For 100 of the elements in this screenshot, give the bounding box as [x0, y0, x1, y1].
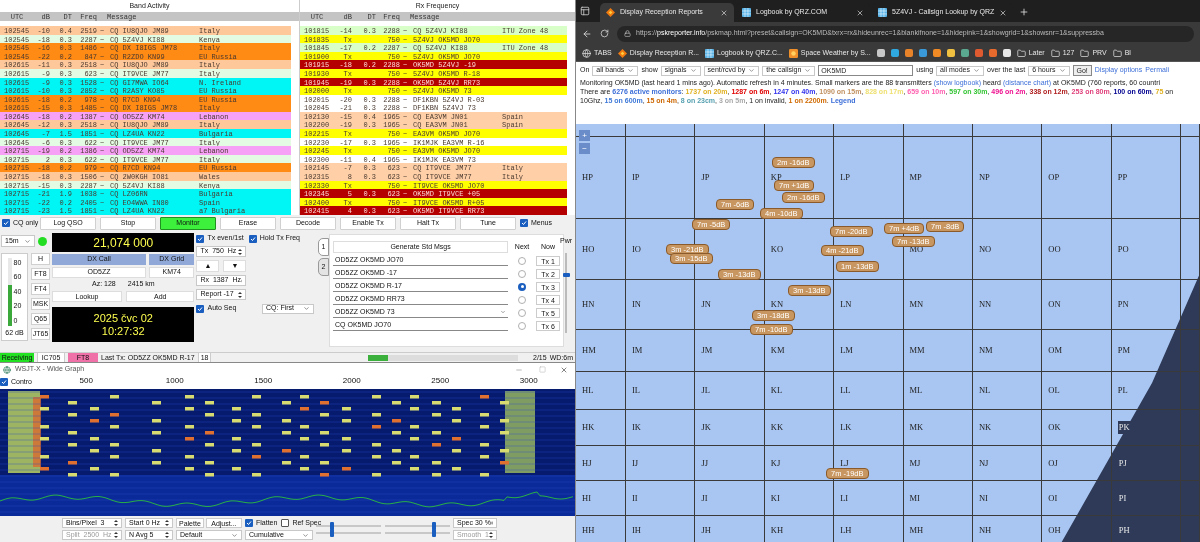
grid-square-label: LL — [840, 384, 851, 397]
next-radio-button[interactable] — [518, 282, 527, 291]
next-radio-button[interactable] — [518, 269, 527, 278]
grid-square-label: NM — [978, 344, 993, 357]
close-tab-icon[interactable] — [856, 8, 864, 17]
new-tab-icon[interactable] — [1019, 7, 1030, 17]
grid-square-label: NN — [978, 298, 992, 311]
bookmark-icon[interactable] — [946, 49, 955, 57]
checkmark-icon — [249, 235, 256, 242]
grid-square-label: IL — [632, 384, 641, 397]
grid-square-label: NO — [978, 242, 992, 256]
spinner-arrows-icon[interactable] — [238, 290, 243, 299]
checkmark-icon — [1, 378, 7, 385]
chevron-down-icon[interactable] — [231, 531, 238, 539]
grid-square-label: IM — [632, 344, 643, 357]
grid-square-label: PK — [1117, 421, 1131, 434]
grid-square-label: OO — [1048, 242, 1061, 256]
grid-square-label: LM — [840, 344, 853, 357]
grid-square-label: JP — [701, 171, 710, 184]
grid-logo-icon — [878, 8, 887, 17]
back-icon[interactable] — [582, 28, 592, 39]
next-radio-button[interactable] — [518, 295, 527, 304]
next-radio-button[interactable] — [518, 308, 527, 317]
bookmark-icon[interactable] — [890, 49, 899, 57]
grid-square-label: LI — [840, 491, 849, 505]
tab-actions-icon[interactable] — [580, 6, 590, 16]
grid-square-label: LJ — [840, 456, 849, 470]
grid-square-label: JN — [701, 298, 711, 311]
grid-square-label: OL — [1048, 384, 1060, 397]
grid-square-label: KH — [770, 523, 784, 537]
bookmark-icon[interactable] — [876, 49, 885, 57]
grid-square-label: HM — [582, 344, 596, 357]
frequency-scale-label: 1000 — [164, 375, 185, 387]
grid-square-label: NH — [978, 523, 992, 537]
globe-icon — [582, 48, 591, 58]
chevron-down-icon[interactable] — [302, 531, 309, 539]
frequency-scale-label: 1500 — [253, 375, 274, 387]
slider-thumb[interactable] — [432, 528, 437, 537]
grid-square-label: PP — [1117, 171, 1128, 184]
grid-square-label: NL — [978, 384, 991, 397]
grid-square-label: HI — [582, 491, 591, 505]
diamond-logo-icon — [617, 48, 627, 58]
power-slider-thumb[interactable] — [562, 272, 570, 277]
grid-square-label: KM — [770, 344, 785, 357]
bookmark-icon[interactable] — [960, 49, 969, 57]
grid-square-label: OM — [1048, 344, 1063, 357]
spinner-arrows-icon[interactable] — [165, 519, 169, 527]
frequency-scale-label: 2000 — [341, 375, 362, 387]
grid-square-label: MJ — [909, 456, 921, 470]
folder-icon — [1112, 48, 1122, 58]
slider-thumb[interactable] — [432, 521, 437, 530]
grid-logo-icon — [705, 48, 715, 58]
grid-square-label: PN — [1117, 298, 1129, 311]
grid-square-label: MK — [909, 421, 924, 434]
close-icon[interactable] — [560, 365, 568, 374]
grid-square-label: LP — [840, 171, 851, 184]
spinner-arrows-icon[interactable] — [114, 519, 118, 527]
grid-square-label: IN — [632, 298, 641, 311]
grid-square-label: NK — [978, 421, 992, 434]
close-tab-icon[interactable] — [720, 8, 728, 17]
grid-square-label: ON — [1048, 298, 1061, 311]
grid-square-label: PM — [1117, 344, 1131, 357]
spinner-arrows-icon[interactable] — [238, 247, 243, 256]
grid-square-label: MM — [909, 344, 925, 357]
grid-square-label: LN — [840, 298, 852, 311]
chevron-down-icon[interactable] — [303, 305, 311, 312]
reload-icon[interactable] — [600, 29, 609, 38]
next-radio-button[interactable] — [518, 321, 527, 330]
grid-square-label: HL — [582, 384, 594, 397]
chevron-down-icon[interactable] — [24, 237, 31, 245]
grid-square-label: NJ — [978, 456, 989, 470]
grid-square-label: HN — [582, 298, 595, 311]
spinner-arrows-icon[interactable] — [165, 531, 169, 539]
grid-square-label: OK — [1048, 421, 1061, 434]
bookmark-icon[interactable] — [904, 49, 913, 57]
grid-logo-icon — [742, 8, 751, 17]
grid-square-label: MH — [909, 523, 924, 537]
close-tab-icon[interactable] — [999, 8, 1008, 17]
grid-square-label: JH — [701, 523, 711, 537]
grid-square-label: MN — [909, 298, 924, 311]
grid-square-label: LH — [840, 523, 852, 537]
next-radio-button[interactable] — [518, 256, 527, 265]
frequency-scale-label: 3000 — [518, 375, 539, 387]
checkmark-icon — [521, 220, 527, 226]
grid-square-label: OP — [1048, 171, 1060, 184]
folder-icon — [1050, 48, 1060, 58]
bookmark-icon[interactable] — [1002, 49, 1011, 57]
grid-square-label: MP — [909, 171, 922, 184]
checkmark-icon — [197, 305, 204, 312]
grid-square-label: II — [632, 491, 638, 505]
folder-icon — [1016, 48, 1026, 58]
grid-square-label: KO — [770, 242, 784, 256]
grid-square-label: OJ — [1048, 456, 1058, 470]
grid-square-label: HH — [582, 523, 595, 537]
bookmark-icon[interactable] — [932, 49, 941, 57]
slider-thumb[interactable] — [330, 528, 335, 537]
grid-square-label: LK — [840, 421, 852, 434]
grid-square-label: PL — [1117, 384, 1128, 397]
chevron-down-icon[interactable] — [973, 67, 980, 74]
slider-thumb[interactable] — [330, 521, 335, 530]
